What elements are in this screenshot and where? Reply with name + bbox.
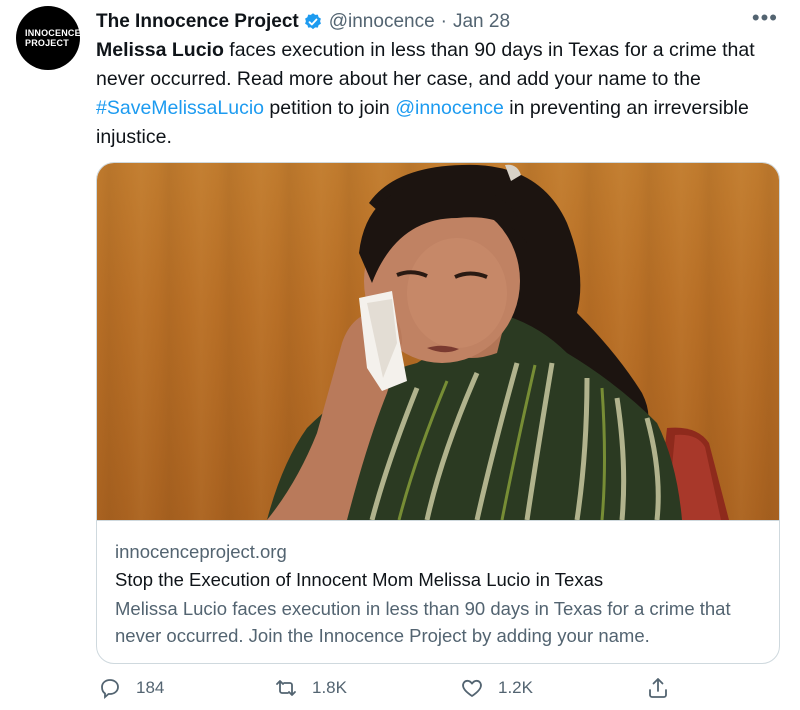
- retweet-icon: [276, 680, 296, 696]
- author-name[interactable]: The Innocence Project: [96, 11, 299, 33]
- tweet-header: The Innocence Project @innocence · Jan 2…: [96, 10, 510, 34]
- card-description: Melissa Lucio faces execution in less th…: [115, 598, 731, 646]
- like-icon: [462, 679, 482, 697]
- tweet-actions: 184 1.8K 1.2K: [96, 676, 776, 706]
- tweet-date[interactable]: Jan 28: [453, 11, 510, 33]
- like-count: 1.2K: [498, 678, 533, 697]
- reply-icon: [101, 679, 119, 699]
- avatar-logo-line1: INNOCENCE: [25, 28, 81, 38]
- like-button[interactable]: 1.2K: [460, 676, 533, 700]
- reply-count: 184: [136, 678, 165, 697]
- verified-badge-icon: [304, 13, 321, 30]
- retweet-button[interactable]: 1.8K: [274, 676, 347, 700]
- reply-button[interactable]: 184: [98, 676, 164, 700]
- card-domain: innocenceproject.org: [115, 541, 287, 562]
- card-title: Stop the Execution of Innocent Mom Melis…: [115, 569, 604, 590]
- share-icon: [649, 678, 667, 698]
- mention-link[interactable]: @innocence: [395, 97, 504, 119]
- tweet-text-part-2: petition to join: [264, 97, 396, 119]
- author-handle[interactable]: @innocence: [329, 11, 435, 33]
- avatar-logo-line2: PROJECT: [25, 38, 69, 48]
- hashtag-link[interactable]: #SaveMelissaLucio: [96, 97, 264, 119]
- retweet-count: 1.8K: [312, 678, 347, 697]
- header-separator: ·: [440, 11, 447, 32]
- card-photo-illustration: [267, 164, 729, 520]
- share-button[interactable]: [646, 676, 670, 700]
- card-body[interactable]: innocenceproject.org Stop the Execution …: [97, 520, 779, 663]
- more-icon[interactable]: •••: [752, 7, 778, 29]
- tweet-bold-name[interactable]: Melissa Lucio: [96, 39, 224, 61]
- link-card[interactable]: innocenceproject.org Stop the Execution …: [96, 162, 780, 664]
- tweet-text: Melissa Lucio faces execution in less th…: [96, 36, 786, 152]
- avatar[interactable]: INNOCENCE PROJECT: [16, 6, 81, 70]
- card-image[interactable]: [97, 163, 779, 520]
